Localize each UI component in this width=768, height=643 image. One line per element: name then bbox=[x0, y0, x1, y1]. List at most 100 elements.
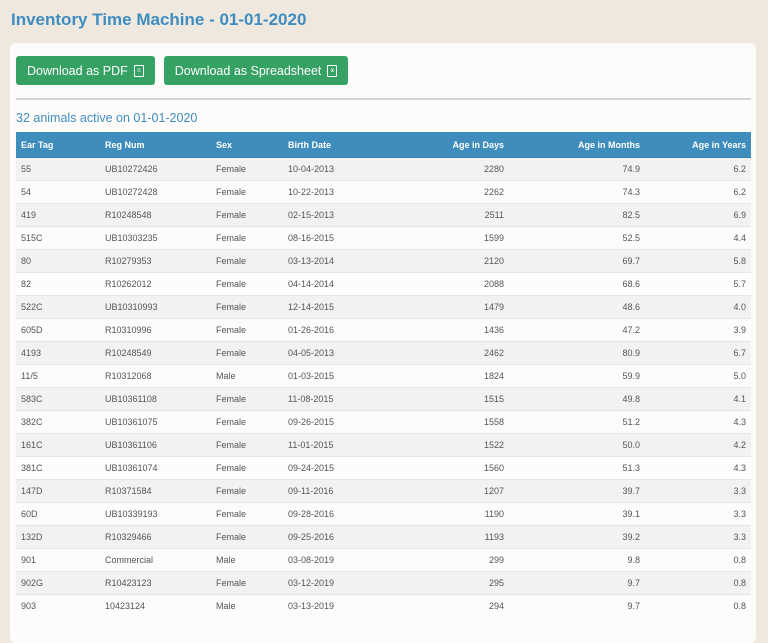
cell-birth-date: 03-08-2019 bbox=[283, 548, 374, 572]
cell-birth-date: 11-01-2015 bbox=[283, 433, 374, 457]
cell-age-months: 47.2 bbox=[509, 318, 645, 342]
table-row[interactable]: 60D UB10339193 Female 09-28-2016 1190 39.1 3.3 bbox=[16, 502, 751, 526]
cell-age-years: 6.2 bbox=[645, 180, 751, 204]
cell-age-months: 50.0 bbox=[509, 433, 645, 457]
column-header-birth-date[interactable]: Birth Date bbox=[283, 132, 374, 158]
column-header-age-months[interactable]: Age in Months bbox=[509, 132, 645, 158]
cell-age-months: 9.7 bbox=[509, 571, 645, 595]
cell-sex: Female bbox=[211, 341, 283, 365]
cell-age-days: 299 bbox=[374, 548, 509, 572]
cell-age-years: 4.3 bbox=[645, 456, 751, 480]
active-count-summary: 32 animals active on 01-01-2020 bbox=[16, 111, 198, 125]
table-row[interactable]: 54 UB10272428 Female 10-22-2013 2262 74.3 6.2 bbox=[16, 180, 751, 204]
cell-reg-num: R10248548 bbox=[100, 203, 211, 227]
cell-age-months: 51.3 bbox=[509, 456, 645, 480]
cell-birth-date: 02-15-2013 bbox=[283, 203, 374, 227]
table-row[interactable]: 4193 R10248549 Female 04-05-2013 2462 80.9 6.7 bbox=[16, 341, 751, 365]
cell-ear-tag: 515C bbox=[16, 226, 100, 250]
cell-ear-tag: 147D bbox=[16, 479, 100, 503]
download-pdf-label: Download as PDF bbox=[27, 63, 128, 78]
table-row[interactable]: 903 10423124 Male 03-13-2019 294 9.7 0.8 bbox=[16, 594, 751, 617]
cell-reg-num: UB10272426 bbox=[100, 157, 211, 181]
table-row[interactable]: 55 UB10272426 Female 10-04-2013 2280 74.9 6.2 bbox=[16, 157, 751, 181]
cell-age-days: 1193 bbox=[374, 525, 509, 549]
cell-sex: Male bbox=[211, 364, 283, 388]
cell-age-years: 4.2 bbox=[645, 433, 751, 457]
column-header-age-days[interactable]: Age in Days bbox=[374, 132, 509, 158]
column-header-sex[interactable]: Sex bbox=[211, 132, 283, 158]
table-row[interactable]: 132D R10329466 Female 09-25-2016 1193 39.2 3.3 bbox=[16, 525, 751, 549]
table-row[interactable]: 147D R10371584 Female 09-11-2016 1207 39.7 3.3 bbox=[16, 479, 751, 503]
cell-age-months: 9.7 bbox=[509, 594, 645, 617]
cell-birth-date: 11-08-2015 bbox=[283, 387, 374, 411]
table-row[interactable]: 382C UB10361075 Female 09-26-2015 1558 51.2 4.… bbox=[16, 410, 751, 434]
inventory-table: Ear Tag Reg Num Sex Birth Date Age in Da… bbox=[16, 132, 751, 617]
cell-sex: Female bbox=[211, 433, 283, 457]
cell-sex: Male bbox=[211, 594, 283, 617]
cell-age-years: 4.3 bbox=[645, 410, 751, 434]
cell-age-years: 6.7 bbox=[645, 341, 751, 365]
cell-age-months: 9.8 bbox=[509, 548, 645, 572]
page-scrollbar[interactable] bbox=[758, 0, 768, 605]
table-row[interactable]: 522C UB10310993 Female 12-14-2015 1479 48.6 4.… bbox=[16, 295, 751, 319]
cell-ear-tag: 419 bbox=[16, 203, 100, 227]
cell-age-days: 295 bbox=[374, 571, 509, 595]
cell-age-days: 2462 bbox=[374, 341, 509, 365]
table-row[interactable]: 80 R10279353 Female 03-13-2014 2120 69.7 5.8 bbox=[16, 249, 751, 273]
cell-sex: Female bbox=[211, 525, 283, 549]
cell-age-years: 4.4 bbox=[645, 226, 751, 250]
table-row[interactable]: 419 R10248548 Female 02-15-2013 2511 82.5 6.9 bbox=[16, 203, 751, 227]
table-row[interactable]: 82 R10262012 Female 04-14-2014 2088 68.6 5.7 bbox=[16, 272, 751, 296]
cell-ear-tag: 583C bbox=[16, 387, 100, 411]
cell-age-years: 3.3 bbox=[645, 525, 751, 549]
download-pdf-button[interactable]: Download as PDF ≡ bbox=[16, 56, 155, 85]
page-title: Inventory Time Machine - 01-01-2020 bbox=[11, 10, 307, 29]
cell-sex: Female bbox=[211, 479, 283, 503]
cell-sex: Female bbox=[211, 203, 283, 227]
cell-age-days: 294 bbox=[374, 594, 509, 617]
cell-age-days: 2262 bbox=[374, 180, 509, 204]
cell-reg-num: UB10361108 bbox=[100, 387, 211, 411]
file-pdf-icon: ≡ bbox=[133, 64, 144, 77]
download-spreadsheet-button[interactable]: Download as Spreadsheet x bbox=[163, 56, 349, 85]
toolbar: Download as PDF ≡ Download as Spreadshee… bbox=[16, 56, 349, 85]
cell-ear-tag: 901 bbox=[16, 548, 100, 572]
table-row[interactable]: 515C UB10303235 Female 08-16-2015 1599 52.5 4.… bbox=[16, 226, 751, 250]
cell-birth-date: 01-26-2016 bbox=[283, 318, 374, 342]
cell-sex: Female bbox=[211, 410, 283, 434]
cell-reg-num: UB10303235 bbox=[100, 226, 211, 250]
cell-birth-date: 04-14-2014 bbox=[283, 272, 374, 296]
column-header-age-years[interactable]: Age in Years bbox=[645, 132, 751, 158]
cell-reg-num: R10279353 bbox=[100, 249, 211, 273]
cell-reg-num: R10248549 bbox=[100, 341, 211, 365]
table-row[interactable]: 11/5 R10312068 Male 01-03-2015 1824 59.9 5.0 bbox=[16, 364, 751, 388]
cell-birth-date: 10-04-2013 bbox=[283, 157, 374, 181]
cell-reg-num: R10371584 bbox=[100, 479, 211, 503]
table-header-row: Ear Tag Reg Num Sex Birth Date Age in Da… bbox=[16, 132, 751, 158]
cell-sex: Female bbox=[211, 249, 283, 273]
cell-birth-date: 09-25-2016 bbox=[283, 525, 374, 549]
cell-age-months: 39.1 bbox=[509, 502, 645, 526]
cell-reg-num: R10262012 bbox=[100, 272, 211, 296]
table-row[interactable]: 583C UB10361108 Female 11-08-2015 1515 49.8 4.… bbox=[16, 387, 751, 411]
column-header-ear-tag[interactable]: Ear Tag bbox=[16, 132, 100, 158]
table-row[interactable]: 605D R10310996 Female 01-26-2016 1436 47.2 3.9 bbox=[16, 318, 751, 342]
table-row[interactable]: 161C UB10361106 Female 11-01-2015 1522 50.0 4.… bbox=[16, 433, 751, 457]
cell-age-days: 1479 bbox=[374, 295, 509, 319]
column-header-reg-num[interactable]: Reg Num bbox=[100, 132, 211, 158]
cell-reg-num: UB10339193 bbox=[100, 502, 211, 526]
table-row[interactable]: 901 Commercial Male 03-08-2019 299 9.8 0.8 bbox=[16, 548, 751, 572]
cell-ear-tag: 903 bbox=[16, 594, 100, 617]
cell-age-days: 1824 bbox=[374, 364, 509, 388]
table-row[interactable]: 902G R10423123 Female 03-12-2019 295 9.7 0.8 bbox=[16, 571, 751, 595]
download-spreadsheet-label: Download as Spreadsheet bbox=[174, 63, 322, 78]
cell-birth-date: 09-28-2016 bbox=[283, 502, 374, 526]
table-row[interactable]: 381C UB10361074 Female 09-24-2015 1560 51.3 4.… bbox=[16, 456, 751, 480]
cell-age-years: 0.8 bbox=[645, 571, 751, 595]
cell-age-days: 1560 bbox=[374, 456, 509, 480]
cell-ear-tag: 605D bbox=[16, 318, 100, 342]
divider bbox=[16, 98, 751, 100]
cell-age-years: 3.3 bbox=[645, 502, 751, 526]
cell-ear-tag: 54 bbox=[16, 180, 100, 204]
cell-age-years: 4.0 bbox=[645, 295, 751, 319]
